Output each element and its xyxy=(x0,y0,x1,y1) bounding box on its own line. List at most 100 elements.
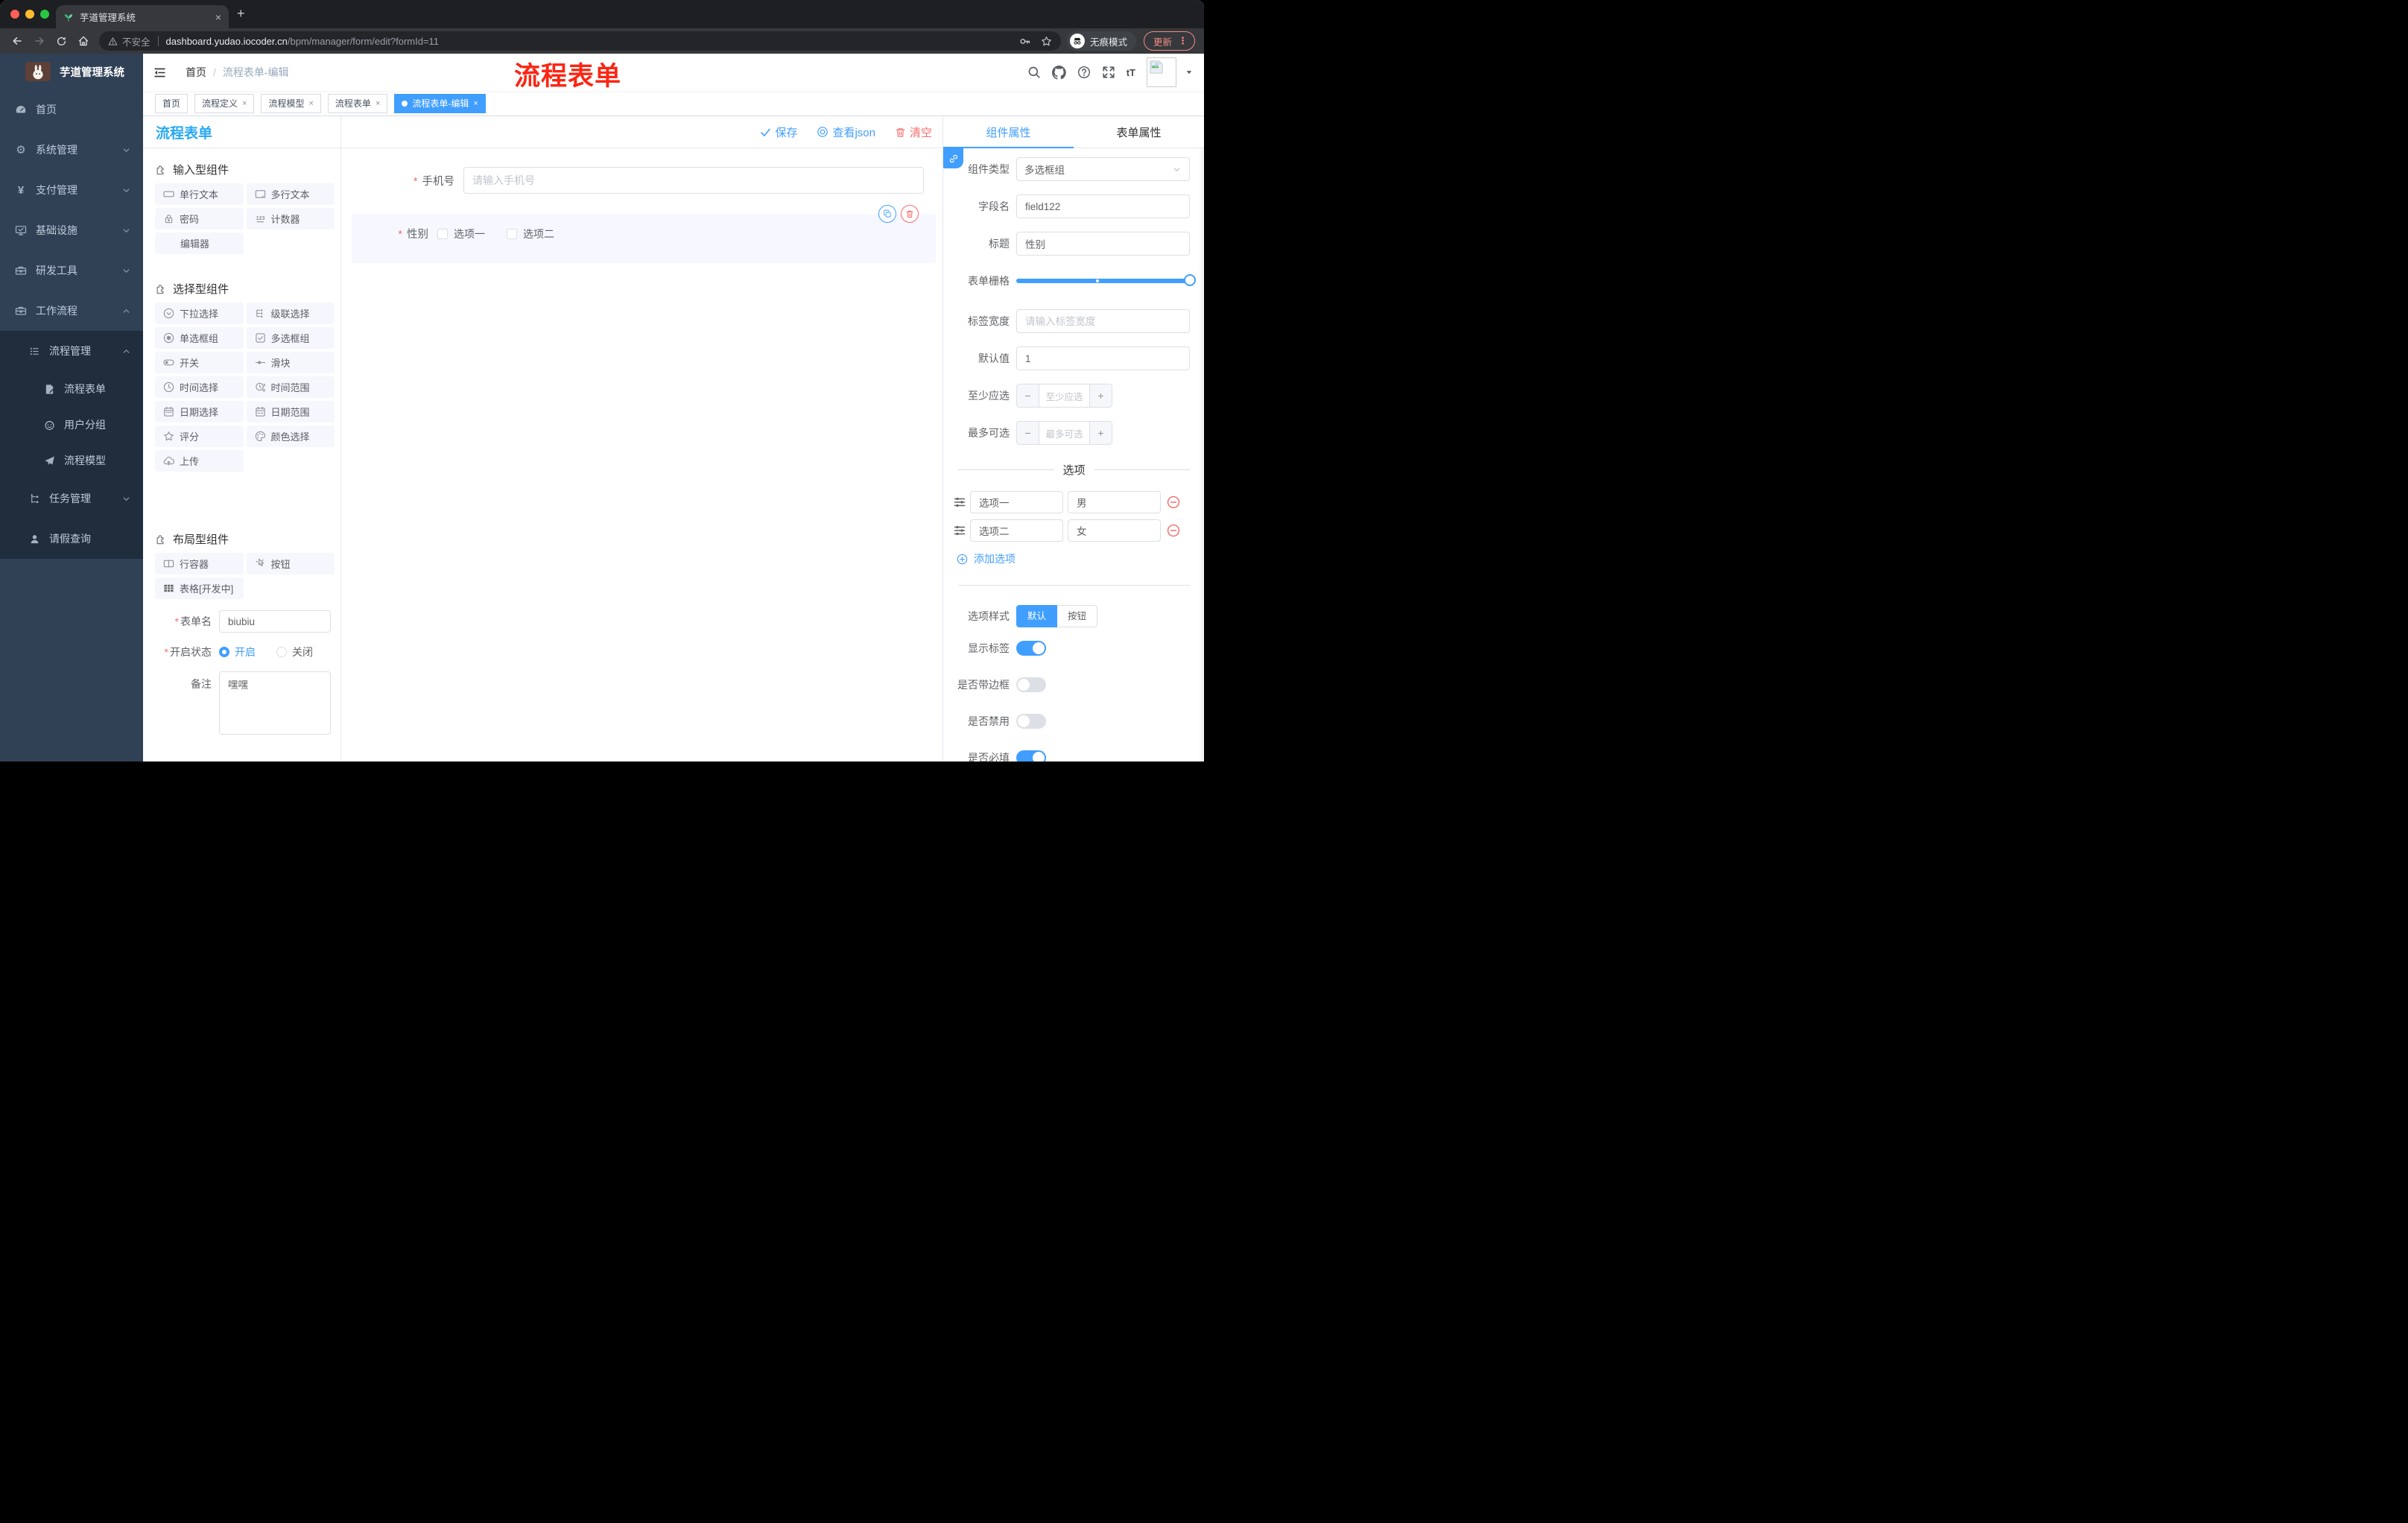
component-chip-table[interactable]: 表格[开发中] xyxy=(155,577,244,599)
option-2-label-input[interactable] xyxy=(970,519,1063,542)
gender-option-1[interactable]: 选项一 xyxy=(437,227,485,241)
tag-process-model[interactable]: 流程模型 × xyxy=(261,93,321,113)
gender-option-2[interactable]: 选项二 xyxy=(507,227,554,241)
decrease-button[interactable]: − xyxy=(1017,422,1039,444)
tab-close-icon[interactable]: × xyxy=(215,12,221,22)
component-chip-counter[interactable]: 计数器 xyxy=(246,208,335,229)
browser-menu-icon[interactable]: ⋮ xyxy=(1178,35,1188,47)
sidebar-item-infra[interactable]: 基础设施 xyxy=(0,210,143,250)
password-key-icon[interactable] xyxy=(1019,36,1030,47)
component-chip-checkbox-group[interactable]: 多选框组 xyxy=(246,327,335,349)
style-default-button[interactable]: 默认 xyxy=(1016,605,1058,627)
disabled-toggle[interactable] xyxy=(1016,714,1046,729)
text-size-icon[interactable]: tT xyxy=(1127,67,1135,78)
delete-component-button[interactable] xyxy=(901,205,919,223)
component-chip-cascader[interactable]: 级联选择 xyxy=(246,303,335,324)
slider-track[interactable] xyxy=(1016,274,1196,286)
component-chip-date-picker[interactable]: 日期选择 xyxy=(155,401,244,422)
tag-close-icon[interactable]: × xyxy=(242,99,247,108)
tag-close-icon[interactable]: × xyxy=(308,99,313,108)
breadcrumb-home[interactable]: 首页 xyxy=(186,65,206,80)
address-bar[interactable]: 不安全 dashboard.yudao.iocoder.cn/bpm/manag… xyxy=(99,31,1061,51)
component-chip-color-picker[interactable]: 颜色选择 xyxy=(246,425,335,447)
fullscreen-icon[interactable] xyxy=(1102,66,1115,79)
sidebar-item-devtools[interactable]: 研发工具 xyxy=(0,250,143,291)
bookmark-star-icon[interactable] xyxy=(1041,36,1052,47)
checkbox-icon[interactable] xyxy=(437,228,448,239)
sidebar-collapse-icon[interactable] xyxy=(153,66,166,79)
search-icon[interactable] xyxy=(1027,66,1041,79)
component-chip-multi-text[interactable]: 多行文本 xyxy=(246,183,335,205)
tag-close-icon[interactable]: × xyxy=(473,99,478,108)
reload-icon[interactable] xyxy=(56,36,67,47)
component-chip-rate[interactable]: 评分 xyxy=(155,425,244,447)
sidebar-item-leave-query[interactable]: 请假查询 xyxy=(0,519,143,559)
maximize-window-button[interactable] xyxy=(40,10,49,19)
drag-handle-icon[interactable] xyxy=(954,496,966,508)
browser-tab[interactable]: 芋道管理系统 × xyxy=(56,5,229,28)
component-chip-switch[interactable]: 开关 xyxy=(155,352,244,373)
increase-button[interactable]: + xyxy=(1089,422,1112,444)
option-1-label-input[interactable] xyxy=(970,491,1063,513)
phone-input[interactable] xyxy=(463,167,924,194)
avatar[interactable] xyxy=(1147,57,1176,87)
show-label-toggle[interactable] xyxy=(1016,641,1046,656)
default-value-input[interactable] xyxy=(1016,346,1190,370)
component-chip-select[interactable]: 下拉选择 xyxy=(155,303,244,324)
label-width-input[interactable] xyxy=(1016,309,1190,333)
view-json-button[interactable]: 查看json xyxy=(817,124,875,140)
remove-option-button[interactable] xyxy=(1167,524,1180,537)
tag-close-icon[interactable]: × xyxy=(376,99,380,108)
add-option-button[interactable]: 添加选项 xyxy=(957,551,1190,566)
help-icon[interactable] xyxy=(1077,66,1091,79)
canvas-field-phone[interactable]: * 手机号 xyxy=(376,167,924,194)
border-toggle[interactable] xyxy=(1016,677,1046,692)
form-grid-slider[interactable] xyxy=(1016,269,1196,293)
tab-form-props[interactable]: 表单属性 xyxy=(1074,116,1204,148)
chrome-update-button[interactable]: 更新 ⋮ xyxy=(1143,31,1195,51)
decrease-button[interactable]: − xyxy=(1017,384,1039,407)
minimize-window-button[interactable] xyxy=(25,10,34,19)
component-chip-editor[interactable]: 编辑器 xyxy=(155,232,244,254)
form-name-input[interactable] xyxy=(219,610,331,633)
increase-button[interactable]: + xyxy=(1089,384,1112,407)
canvas-field-gender-selected[interactable]: * 性别 选项一 选项二 xyxy=(352,205,936,263)
sidebar-item-user-group[interactable]: 用户分组 xyxy=(0,407,143,443)
back-icon[interactable] xyxy=(11,35,23,47)
sidebar-item-home[interactable]: 首页 xyxy=(0,89,143,130)
github-icon[interactable] xyxy=(1052,66,1066,80)
url-text[interactable]: dashboard.yudao.iocoder.cn/bpm/manager/f… xyxy=(166,36,1012,47)
form-remark-textarea[interactable]: 嘿嘿 xyxy=(219,671,331,735)
link-tag-button[interactable] xyxy=(943,148,963,168)
sidebar-item-process-form[interactable]: 流程表单 xyxy=(0,371,143,407)
component-chip-row-container[interactable]: 行容器 xyxy=(155,553,244,574)
status-radio-off[interactable]: 关闭 xyxy=(276,645,313,659)
max-checked-value[interactable]: 最多可选 xyxy=(1039,422,1089,444)
sidebar-item-process-mgmt[interactable]: 流程管理 xyxy=(0,331,143,371)
avatar-caret-down-icon[interactable] xyxy=(1185,68,1194,77)
sidebar-item-system[interactable]: ⚙ 系统管理 xyxy=(0,130,143,170)
option-1-value-input[interactable] xyxy=(1068,491,1161,513)
checkbox-icon[interactable] xyxy=(507,228,517,239)
tag-process-form[interactable]: 流程表单 × xyxy=(327,93,388,113)
min-checked-value[interactable]: 至少应选 xyxy=(1039,384,1089,407)
sidebar-item-workflow[interactable]: 工作流程 xyxy=(0,291,143,331)
new-tab-button[interactable]: + xyxy=(237,6,245,22)
component-chip-date-range[interactable]: 日期范围 xyxy=(246,401,335,422)
component-chip-time-picker[interactable]: 时间选择 xyxy=(155,376,244,398)
drag-handle-icon[interactable] xyxy=(954,525,966,536)
slider-handle[interactable] xyxy=(1184,274,1196,286)
title-input[interactable] xyxy=(1016,232,1190,256)
component-chip-slider[interactable]: 滑块 xyxy=(246,352,335,373)
sidebar-item-process-model[interactable]: 流程模型 xyxy=(0,443,143,478)
forward-icon[interactable] xyxy=(34,35,45,47)
component-chip-password[interactable]: 密码 xyxy=(155,208,244,229)
component-chip-single-text[interactable]: 单行文本 xyxy=(155,183,244,205)
tag-process-definition[interactable]: 流程定义 × xyxy=(194,93,255,113)
option-2-value-input[interactable] xyxy=(1068,519,1161,542)
sidebar-item-task-mgmt[interactable]: 任务管理 xyxy=(0,478,143,519)
clear-button[interactable]: 清空 xyxy=(895,124,932,140)
save-button[interactable]: 保存 xyxy=(760,124,797,140)
required-toggle[interactable] xyxy=(1016,750,1046,762)
component-chip-radio-group[interactable]: 单选框组 xyxy=(155,327,244,349)
